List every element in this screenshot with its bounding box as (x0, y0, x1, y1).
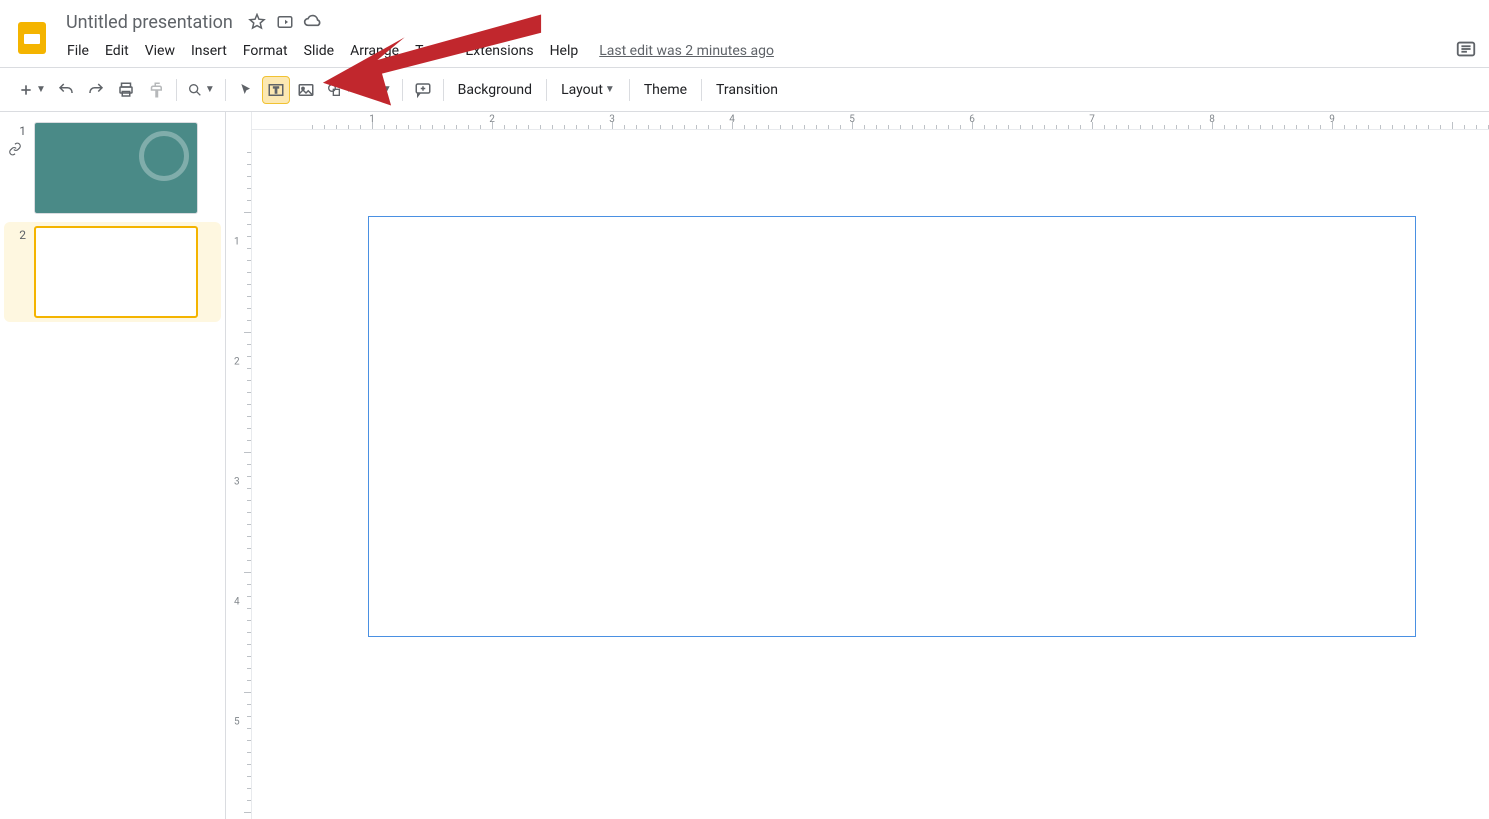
sidebar-toggle-icon[interactable] (1455, 38, 1477, 60)
zoom-button[interactable]: ▼ (183, 76, 219, 104)
filmstrip: 1 2 (0, 112, 226, 819)
menu-format[interactable]: Format (236, 39, 295, 63)
svg-text:T: T (273, 86, 278, 95)
slides-logo[interactable] (12, 12, 52, 64)
workspace: 1 2 12345 123456789 (0, 112, 1489, 819)
undo-button[interactable] (52, 76, 80, 104)
layout-button[interactable]: Layout▼ (553, 76, 623, 104)
ruler-horizontal: 123456789 (252, 112, 1489, 130)
menu-bar: File Edit View Insert Format Slide Arran… (60, 36, 1477, 66)
app-header: Untitled presentation File Edit View Ins… (0, 0, 1489, 68)
menu-extensions[interactable]: Extensions (458, 39, 540, 63)
document-title[interactable]: Untitled presentation (60, 10, 239, 35)
canvas-area: 12345 123456789 (226, 112, 1489, 819)
textbox-tool-button[interactable]: T (262, 76, 290, 104)
transition-button[interactable]: Transition (708, 76, 786, 104)
star-icon[interactable] (247, 12, 267, 32)
menu-view[interactable]: View (138, 39, 182, 63)
toolbar: ▼ ▼ T ▼ ▼ Background Layout▼ Theme Trans… (0, 68, 1489, 112)
move-icon[interactable] (275, 12, 295, 32)
shape-button[interactable]: ▼ (322, 76, 358, 104)
menu-tools[interactable]: Tools (408, 39, 456, 63)
menu-help[interactable]: Help (543, 39, 586, 63)
slide-number: 1 (8, 122, 34, 138)
line-button[interactable]: ▼ (360, 76, 396, 104)
slide-number: 2 (8, 226, 34, 318)
slide-thumbnail-2[interactable] (34, 226, 198, 318)
new-slide-button[interactable]: ▼ (14, 76, 50, 104)
slide-stage (286, 142, 1479, 809)
menu-arrange[interactable]: Arrange (343, 39, 406, 63)
slide-thumbnail-1[interactable] (34, 122, 198, 214)
edit-status-link[interactable]: Last edit was 2 minutes ago (599, 43, 774, 59)
print-button[interactable] (112, 76, 140, 104)
ruler-vertical: 12345 (226, 112, 252, 819)
background-button[interactable]: Background (450, 76, 540, 104)
cloud-saved-icon[interactable] (303, 12, 323, 32)
link-icon (8, 142, 34, 156)
comment-button[interactable] (409, 76, 437, 104)
menu-edit[interactable]: Edit (98, 39, 136, 63)
redo-button[interactable] (82, 76, 110, 104)
menu-insert[interactable]: Insert (184, 39, 234, 63)
textbox-placeholder[interactable] (368, 216, 1416, 637)
slide-thumb-row: 2 (4, 222, 221, 322)
theme-button[interactable]: Theme (636, 76, 695, 104)
slide-canvas[interactable] (291, 151, 1471, 811)
paint-format-button[interactable] (142, 76, 170, 104)
menu-file[interactable]: File (60, 39, 96, 63)
image-button[interactable] (292, 76, 320, 104)
slide-thumb-row: 1 (8, 122, 217, 214)
menu-slide[interactable]: Slide (297, 39, 341, 63)
select-tool-button[interactable] (232, 76, 260, 104)
